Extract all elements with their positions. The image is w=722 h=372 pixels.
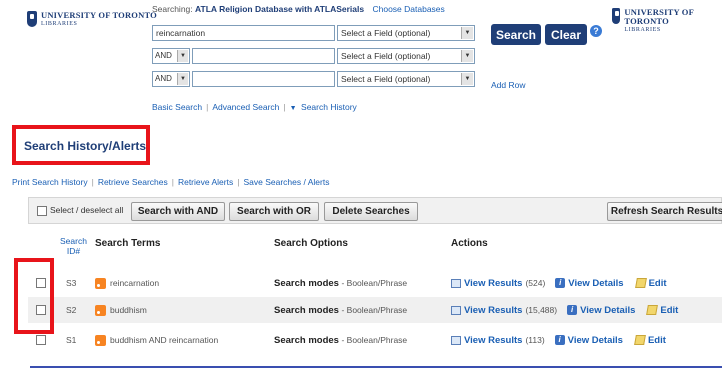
search-with-or-button[interactable]: Search with OR xyxy=(229,202,319,221)
logo-line1: UNIVERSITY OF TORONTO xyxy=(624,7,694,26)
rss-icon[interactable] xyxy=(95,304,106,316)
refresh-search-results-button[interactable]: Refresh Search Results xyxy=(607,202,722,221)
view-results-icon xyxy=(451,278,461,288)
actions-header: Actions xyxy=(451,238,488,249)
view-details-link[interactable]: View Details xyxy=(568,335,623,346)
search-history-title: Search History/Alerts xyxy=(24,139,147,153)
view-results-icon xyxy=(451,305,461,315)
search-id: S3 xyxy=(66,278,77,288)
bottom-divider xyxy=(30,366,722,368)
search-input-1[interactable]: reincarnation xyxy=(152,25,335,41)
help-icon[interactable]: ? xyxy=(590,25,602,37)
save-searches-link[interactable]: Save Searches / Alerts xyxy=(243,177,329,187)
search-input-2[interactable] xyxy=(192,48,335,64)
dropdown-arrow-icon: ▼ xyxy=(461,73,473,85)
searching-line: Searching: ATLA Religion Database with A… xyxy=(152,4,445,14)
search-mode-links: Basic Search | Advanced Search | ▼ Search Hi… xyxy=(152,102,357,112)
search-id: S2 xyxy=(66,305,77,315)
edit-link[interactable]: Edit xyxy=(648,335,666,346)
advanced-search-link[interactable]: Advanced Search xyxy=(212,102,279,112)
info-icon: i xyxy=(555,278,566,288)
operator-select-2[interactable]: AND ▼ xyxy=(152,48,190,64)
search-input-3[interactable] xyxy=(192,71,335,87)
edit-icon xyxy=(634,278,647,288)
view-results-icon xyxy=(451,335,461,345)
view-results-link[interactable]: View Results xyxy=(464,335,522,346)
logo-line2: LIBRARIES xyxy=(41,21,78,27)
history-toolbar: Select / deselect all Search with AND Se… xyxy=(28,197,722,224)
highlight-box-checkboxes xyxy=(14,258,54,334)
select-all-checkbox[interactable] xyxy=(37,206,47,216)
crest-icon xyxy=(27,11,37,27)
library-logo-left[interactable]: UNIVERSITY OF TORONTO LIBRARIES xyxy=(27,11,157,29)
edit-icon xyxy=(634,335,646,345)
table-row: S2 buddhism Search modes - Boolean/Phras… xyxy=(28,297,722,323)
result-count: (113) xyxy=(525,335,545,345)
table-row: S3 reincarnation Search modes - Boolean/… xyxy=(28,270,722,296)
field-select-1[interactable]: Select a Field (optional) ▼ xyxy=(337,25,475,41)
search-options-header: Search Options xyxy=(274,238,348,249)
add-row-link[interactable]: Add Row xyxy=(491,80,526,90)
select-all-label: Select / deselect all xyxy=(50,205,124,215)
logo-line1: UNIVERSITY OF TORONTO xyxy=(41,10,157,20)
search-id: S1 xyxy=(66,335,77,345)
edit-link[interactable]: Edit xyxy=(660,305,678,316)
search-options: Search modes - Boolean/Phrase xyxy=(274,304,408,316)
result-count: (524) xyxy=(525,278,546,288)
view-details-link[interactable]: View Details xyxy=(568,278,623,289)
rss-icon[interactable] xyxy=(95,277,106,289)
edit-icon xyxy=(646,305,659,315)
retrieve-searches-link[interactable]: Retrieve Searches xyxy=(98,177,168,187)
search-options: Search modes - Boolean/Phrase xyxy=(274,277,408,289)
view-details-link[interactable]: View Details xyxy=(580,305,635,316)
dropdown-arrow-icon: ▼ xyxy=(461,50,473,62)
field-select-3[interactable]: Select a Field (optional) ▼ xyxy=(337,71,475,87)
info-icon: i xyxy=(554,335,565,345)
search-button[interactable]: Search xyxy=(491,24,541,45)
triangle-down-icon: ▼ xyxy=(289,105,297,112)
view-results-link[interactable]: View Results xyxy=(464,305,522,316)
search-terms[interactable]: reincarnation xyxy=(110,278,159,288)
logo-line2: LIBRARIES xyxy=(624,27,661,33)
dropdown-arrow-icon: ▼ xyxy=(177,50,188,62)
search-terms[interactable]: buddhism AND reincarnation xyxy=(110,335,218,345)
basic-search-link[interactable]: Basic Search xyxy=(152,102,202,112)
result-count: (15,488) xyxy=(525,305,558,315)
search-terms-header: Search Terms xyxy=(95,238,161,249)
operator-select-3[interactable]: AND ▼ xyxy=(152,71,190,87)
search-with-and-button[interactable]: Search with AND xyxy=(131,202,225,221)
info-icon: i xyxy=(567,305,578,315)
history-links: Print Search History | Retrieve Searches | R… xyxy=(12,177,330,187)
field-select-2[interactable]: Select a Field (optional) ▼ xyxy=(337,48,475,64)
table-row: S1 buddhism AND reincarnation Search mod… xyxy=(28,327,722,353)
choose-databases-link[interactable]: Choose Databases xyxy=(372,4,444,14)
database-name: ATLA Religion Database with ATLASerials xyxy=(195,4,365,14)
view-results-link[interactable]: View Results xyxy=(464,278,522,289)
library-logo-right[interactable]: UNIVERSITY OF TORONTO LIBRARIES xyxy=(612,8,722,35)
delete-searches-button[interactable]: Delete Searches xyxy=(324,202,418,221)
searching-label: Searching: xyxy=(152,4,193,14)
search-options: Search modes - Boolean/Phrase xyxy=(274,334,408,346)
rss-icon[interactable] xyxy=(95,334,106,346)
retrieve-alerts-link[interactable]: Retrieve Alerts xyxy=(178,177,233,187)
search-terms[interactable]: buddhism xyxy=(110,305,147,315)
search-id-header[interactable]: Search ID# xyxy=(60,236,87,256)
dropdown-arrow-icon: ▼ xyxy=(177,73,188,85)
edit-link[interactable]: Edit xyxy=(649,278,667,289)
row-checkbox[interactable] xyxy=(36,335,46,345)
dropdown-arrow-icon: ▼ xyxy=(461,27,473,39)
clear-button[interactable]: Clear xyxy=(545,24,587,45)
search-history-link[interactable]: Search History xyxy=(301,102,357,112)
print-search-history-link[interactable]: Print Search History xyxy=(12,177,88,187)
crest-icon xyxy=(612,8,621,24)
